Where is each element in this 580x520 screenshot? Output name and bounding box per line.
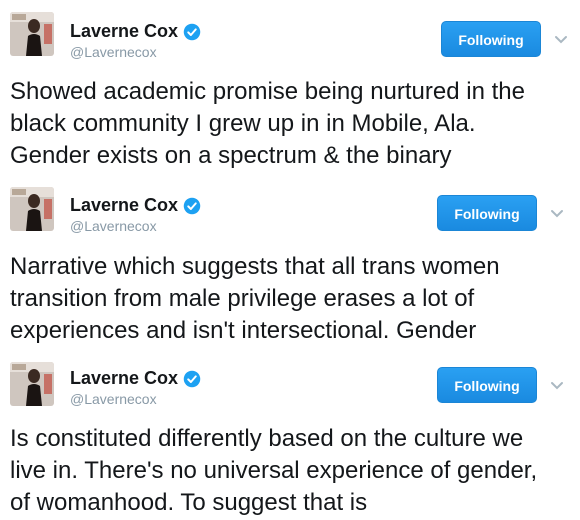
avatar[interactable]	[10, 187, 54, 231]
following-button[interactable]: Following	[437, 367, 537, 403]
chevron-down-icon[interactable]	[549, 379, 565, 391]
verified-badge-icon	[183, 197, 201, 215]
handle[interactable]: @Lavernecox	[70, 44, 157, 60]
tweet-text: Showed academic promise being nurtured i…	[10, 76, 578, 172]
verified-badge-icon	[183, 23, 201, 41]
verified-badge-icon	[183, 370, 201, 388]
following-button[interactable]: Following	[441, 21, 541, 57]
avatar[interactable]	[10, 12, 54, 56]
display-name[interactable]: Laverne Cox	[70, 195, 201, 216]
display-name-text[interactable]: Laverne Cox	[70, 195, 178, 216]
tweet-text-line: of womanhood. To suggest that is	[10, 489, 368, 516]
following-button[interactable]: Following	[437, 195, 537, 231]
tweet-text-line: Is constituted differently based on the …	[10, 425, 524, 452]
display-name-text[interactable]: Laverne Cox	[70, 21, 178, 42]
handle[interactable]: @Lavernecox	[70, 218, 157, 234]
display-name[interactable]: Laverne Cox	[70, 368, 201, 389]
chevron-down-icon[interactable]	[549, 207, 565, 219]
tweet-text-line: Showed academic promise being nurtured i…	[10, 78, 525, 105]
tweet-text-line: Narrative which suggests that all trans …	[10, 253, 500, 280]
tweet-text: Is constituted differently based on the …	[10, 423, 578, 519]
handle[interactable]: @Lavernecox	[70, 391, 157, 407]
display-name[interactable]: Laverne Cox	[70, 21, 201, 42]
tweet-text-line: Gender exists on a spectrum & the binary	[10, 142, 452, 169]
avatar[interactable]	[10, 362, 54, 406]
tweet-text-line: live in. There's no universal experience…	[10, 457, 538, 484]
tweet-text-line: experiences and isn't intersectional. Ge…	[10, 317, 477, 344]
display-name-text[interactable]: Laverne Cox	[70, 368, 178, 389]
tweet-text: Narrative which suggests that all trans …	[10, 251, 578, 347]
tweet-text-line: black community I grew up in in Mobile, …	[10, 110, 476, 137]
tweet-text-line: transition from male privilege erases a …	[10, 285, 475, 312]
chevron-down-icon[interactable]	[553, 33, 569, 45]
